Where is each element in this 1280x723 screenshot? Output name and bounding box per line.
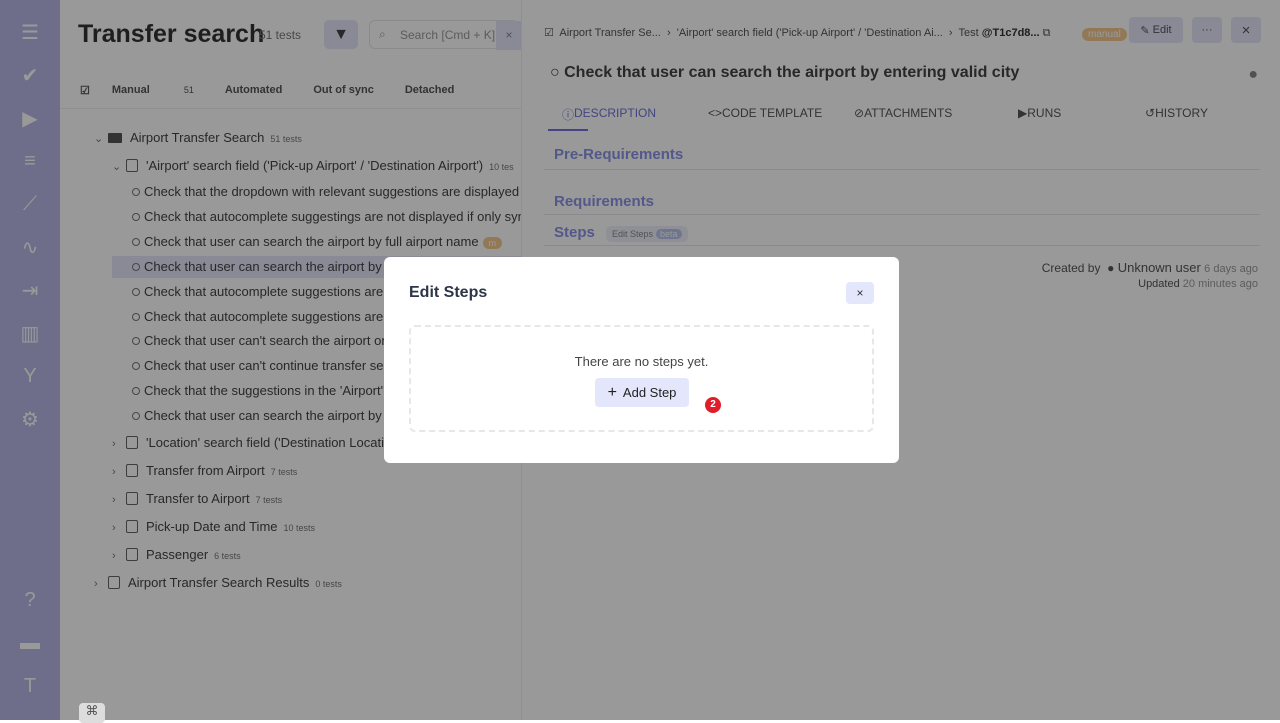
shortcut-button[interactable]: ⌘: [79, 703, 105, 723]
empty-message: There are no steps yet.: [574, 354, 709, 369]
modal-title: Edit Steps: [409, 284, 488, 301]
plus-icon: +: [607, 383, 617, 401]
notification-badge: 2: [705, 397, 721, 413]
edit-steps-modal: Edit Steps × There are no steps yet. + Ad…: [384, 257, 899, 463]
steps-dropzone: There are no steps yet. + Add Step 2: [409, 325, 874, 432]
add-step-button[interactable]: + Add Step: [595, 378, 689, 407]
modal-close-button[interactable]: ×: [846, 282, 874, 304]
